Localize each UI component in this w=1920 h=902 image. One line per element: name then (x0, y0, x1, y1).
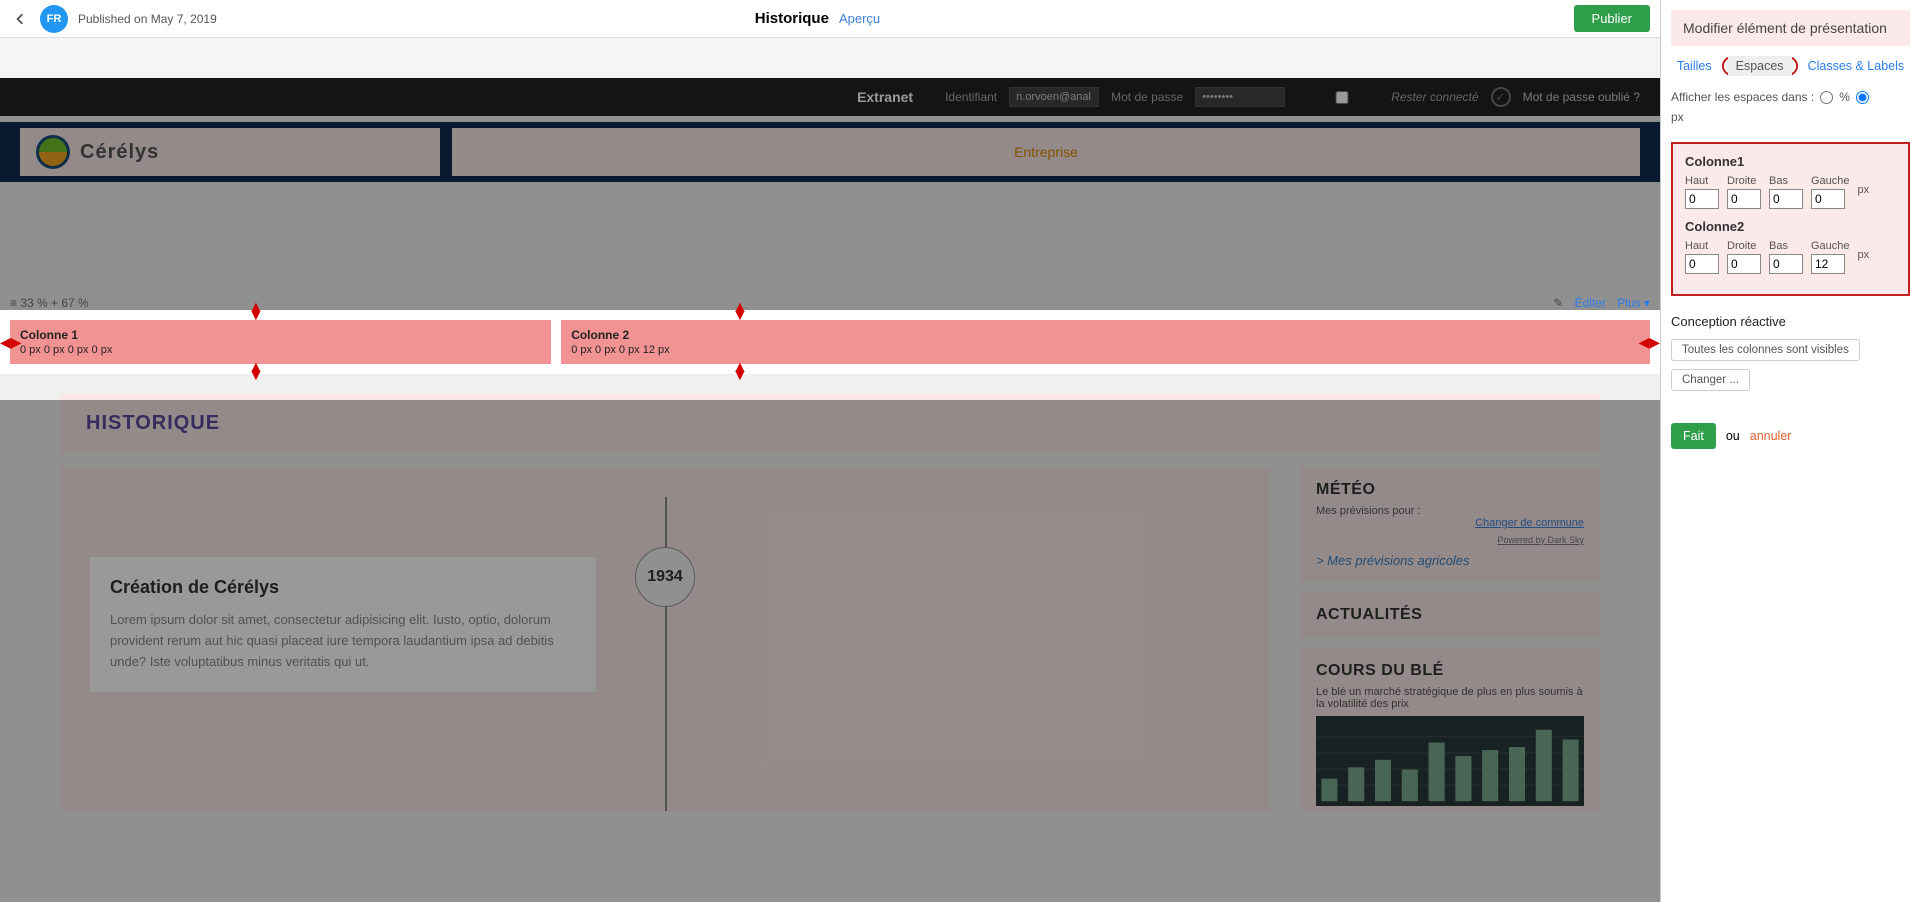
remember-checkbox[interactable] (1297, 91, 1387, 104)
col1-droite-label: Droite (1727, 175, 1761, 187)
px-unit-label: px (1858, 184, 1870, 200)
col1-gauche-label: Gauche (1811, 175, 1850, 187)
actualites-head: ACTUALITÉS (1316, 606, 1584, 624)
edit-link[interactable]: Éditer (1575, 296, 1606, 310)
lang-badge[interactable]: FR (40, 5, 68, 33)
side-panel: Modifier élément de présentation Tailles… (1660, 0, 1920, 902)
unit-px-label: px (1671, 110, 1684, 124)
layout-editor-strip: ≡ 33 % + 67 % ✎ Éditer Plus ▾ Colonne 1 … (0, 292, 1660, 374)
canvas-area: FR Published on May 7, 2019 Historique A… (0, 0, 1660, 902)
login-submit-icon[interactable]: ✓ (1491, 87, 1511, 107)
event-body: Lorem ipsum dolor sit amet, consectetur … (110, 610, 576, 672)
meteo-agri-link[interactable]: > Mes prévisions agricoles (1316, 553, 1584, 568)
logo-icon (36, 135, 70, 169)
col2-bas-input[interactable] (1769, 254, 1803, 274)
unit-percent-radio[interactable] (1820, 91, 1833, 104)
col2-droite-input[interactable] (1727, 254, 1761, 274)
column-1[interactable]: Colonne 1 0 px 0 px 0 px 0 px (10, 320, 551, 364)
col2-haut-label: Haut (1685, 240, 1719, 252)
col2-droite-label: Droite (1727, 240, 1761, 252)
all-columns-visible-pill: Toutes les colonnes sont visibles (1671, 339, 1860, 361)
extranet-title: Extranet (857, 89, 913, 105)
password-input[interactable] (1195, 87, 1285, 107)
col1-haut-label: Haut (1685, 175, 1719, 187)
event-card: Création de Cérélys Lorem ipsum dolor si… (90, 557, 596, 692)
change-button[interactable]: Changer ... (1671, 369, 1750, 391)
preview-link[interactable]: Aperçu (839, 11, 880, 26)
actualites-box: ACTUALITÉS (1300, 592, 1600, 638)
col2-name: Colonne2 (1685, 219, 1896, 234)
unit-label: Afficher les espaces dans : (1671, 90, 1814, 104)
meteo-change-link[interactable]: Changer de commune (1475, 517, 1584, 529)
col1-bas-input[interactable] (1769, 189, 1803, 209)
spacing-config-box: Colonne1 Haut Droite Bas Gauche px Colon… (1671, 142, 1910, 296)
page-title: Historique (755, 10, 829, 27)
panel-title: Modifier élément de présentation (1671, 10, 1910, 46)
ratio-label: ≡ 33 % + 67 % (10, 296, 89, 310)
site-header: Cérélys Entreprise (0, 122, 1660, 182)
done-button[interactable]: Fait (1671, 423, 1716, 449)
logo-text: Cérélys (80, 141, 159, 164)
unit-selector: Afficher les espaces dans : % px (1671, 90, 1910, 124)
tab-espaces[interactable]: Espaces (1728, 56, 1792, 76)
cours-ble-box: COURS DU BLÉ Le blé un marché stratégiqu… (1300, 648, 1600, 811)
col1-droite-input[interactable] (1727, 189, 1761, 209)
cancel-link[interactable]: annuler (1750, 429, 1792, 443)
timeline-area: 1934 Création de Cérélys Lorem ipsum dol… (60, 467, 1270, 811)
meteo-darksky-link[interactable]: Powered by Dark Sky (1497, 535, 1584, 545)
cours-ble-chart (1316, 716, 1584, 806)
extranet-bar: Extranet Identifiant Mot de passe Rester… (0, 78, 1660, 116)
column-2-title: Colonne 2 (571, 328, 1640, 342)
or-label: ou (1726, 429, 1740, 443)
cours-ble-sub: Le blé un marché stratégique de plus en … (1316, 686, 1584, 710)
px-unit-label: px (1858, 249, 1870, 265)
main-nav: Entreprise (452, 128, 1640, 176)
col1-name: Colonne1 (1685, 154, 1896, 169)
col1-haut-input[interactable] (1685, 189, 1719, 209)
columns-container[interactable]: Colonne 1 0 px 0 px 0 px 0 px Colonne 2 … (0, 310, 1660, 374)
timeline-line (665, 497, 667, 811)
column-1-spacing: 0 px 0 px 0 px 0 px (20, 344, 541, 356)
year-bubble: 1934 (635, 547, 695, 607)
page-heading-card: HISTORIQUE (60, 394, 1600, 453)
col1-bas-label: Bas (1769, 175, 1803, 187)
publish-button[interactable]: Publier (1574, 5, 1650, 32)
col2-gauche-label: Gauche (1811, 240, 1850, 252)
cours-ble-head: COURS DU BLÉ (1316, 662, 1584, 680)
id-input[interactable] (1009, 87, 1099, 107)
topbar: FR Published on May 7, 2019 Historique A… (0, 0, 1660, 38)
more-link[interactable]: Plus ▾ (1617, 296, 1650, 310)
meteo-head: MÉTÉO (1316, 481, 1584, 499)
id-label: Identifiant (945, 90, 997, 104)
col2-haut-input[interactable] (1685, 254, 1719, 274)
published-label: Published on May 7, 2019 (78, 12, 217, 26)
tab-espaces-highlight: Espaces (1722, 56, 1798, 76)
column-2-spacing: 0 px 0 px 0 px 12 px (571, 344, 1640, 356)
col2-bas-label: Bas (1769, 240, 1803, 252)
tab-tailles[interactable]: Tailles (1677, 59, 1712, 73)
event-title: Création de Cérélys (110, 577, 576, 598)
responsive-title: Conception réactive (1671, 314, 1910, 329)
column-1-title: Colonne 1 (20, 328, 541, 342)
unit-px-radio[interactable] (1856, 91, 1869, 104)
column-2[interactable]: Colonne 2 0 px 0 px 0 px 12 px (561, 320, 1650, 364)
remember-label: Rester connecté (1391, 90, 1478, 104)
page-heading: HISTORIQUE (86, 412, 1574, 435)
panel-tabs: Tailles Espaces Classes & Labels (1671, 56, 1910, 76)
back-icon[interactable] (10, 9, 30, 29)
col2-gauche-input[interactable] (1811, 254, 1845, 274)
forgot-password-link[interactable]: Mot de passe oublié ? (1523, 90, 1640, 104)
meteo-sub: Mes prévisions pour : (1316, 505, 1584, 517)
meteo-box: MÉTÉO Mes prévisions pour : Changer de c… (1300, 467, 1600, 582)
unit-percent-label: % (1839, 90, 1850, 104)
col1-gauche-input[interactable] (1811, 189, 1845, 209)
password-label: Mot de passe (1111, 90, 1183, 104)
nav-entreprise[interactable]: Entreprise (1014, 144, 1078, 160)
logo-box: Cérélys (20, 128, 440, 176)
tab-classes-labels[interactable]: Classes & Labels (1808, 59, 1905, 73)
